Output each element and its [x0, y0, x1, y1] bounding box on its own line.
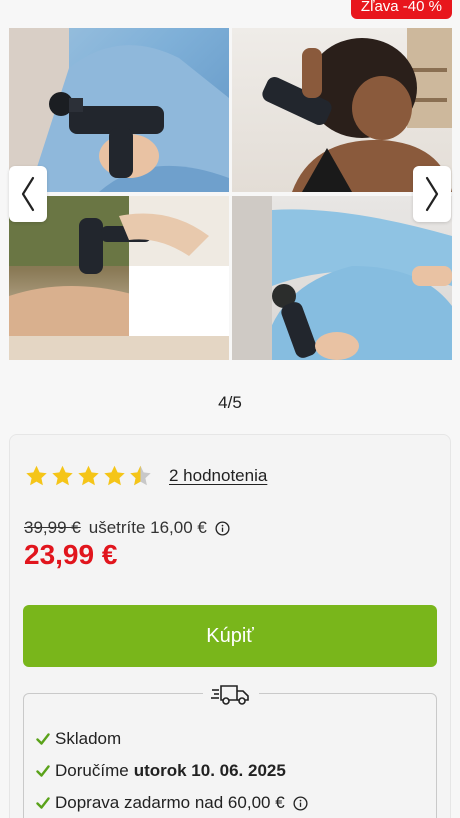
delivery-info-box: Skladom Doručíme utorok 10. 06. 2025 Dop…	[23, 682, 437, 818]
delivery-info-list: Skladom Doručíme utorok 10. 06. 2025 Dop…	[36, 723, 308, 818]
gallery-prev-button[interactable]	[9, 166, 47, 222]
product-purchase-card: 2 hodnotenia 39,99 € ušetríte 16,00 € 23…	[9, 434, 451, 818]
free-shipping-label: Doprava zadarmo nad 60,00 €	[55, 793, 285, 812]
chevron-left-icon	[21, 176, 35, 212]
old-price: 39,99 €	[24, 518, 81, 537]
stock-label: Skladom	[55, 729, 122, 748]
price-row: 39,99 € ušetríte 16,00 €	[24, 518, 230, 538]
stock-status: Skladom	[36, 723, 308, 755]
info-icon[interactable]	[293, 795, 308, 811]
delivery-prefix: Doručíme	[55, 761, 129, 780]
truck-icon-wrap	[203, 682, 259, 708]
free-shipping-row: Doprava zadarmo nad 60,00 €	[36, 787, 308, 818]
product-image-gallery[interactable]	[9, 28, 452, 360]
current-price: 23,99 €	[24, 539, 118, 570]
gallery-counter: 4/5	[218, 393, 242, 412]
saving-text: ušetríte 16,00 €	[88, 518, 207, 537]
reviews-link[interactable]: 2 hodnotenia	[169, 466, 267, 486]
star-full-icon	[104, 465, 125, 486]
discount-badge: Zľava -40 %	[350, 0, 452, 19]
star-half-icon	[130, 465, 151, 486]
delivery-date-row: Doručíme utorok 10. 06. 2025	[36, 755, 308, 787]
info-icon[interactable]	[215, 520, 230, 536]
star-full-icon	[26, 465, 47, 486]
delivery-date: utorok 10. 06. 2025	[133, 761, 286, 780]
buy-button[interactable]: Kúpiť	[23, 605, 437, 667]
rating-row: 2 hodnotenia	[24, 464, 267, 488]
gallery-next-button[interactable]	[413, 166, 451, 222]
check-icon	[36, 765, 50, 777]
chevron-right-icon	[425, 176, 439, 212]
truck-icon	[211, 685, 249, 705]
star-rating	[24, 464, 153, 488]
check-icon	[36, 733, 50, 745]
star-full-icon	[78, 465, 99, 486]
check-icon	[36, 797, 50, 809]
star-full-icon	[52, 465, 73, 486]
